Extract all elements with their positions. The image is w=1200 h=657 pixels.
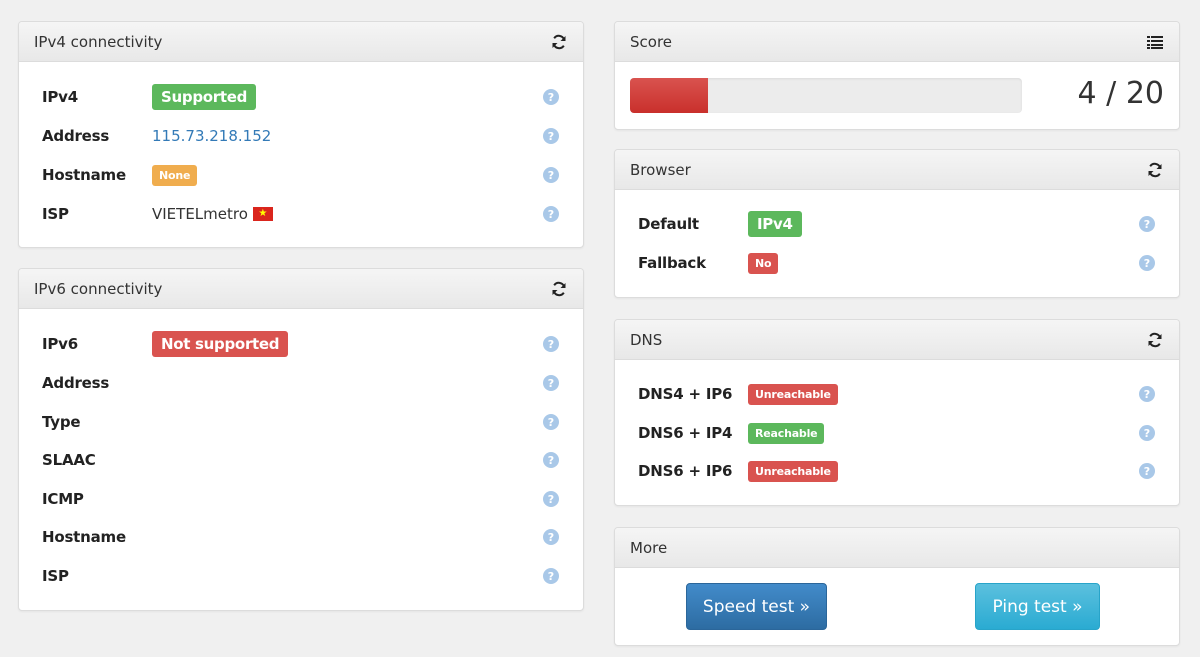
help-icon[interactable]: ?: [543, 491, 559, 507]
row-label: Address: [42, 374, 110, 392]
help-icon[interactable]: ?: [543, 414, 559, 430]
row-label: Address: [42, 127, 110, 145]
dns-panel-heading: DNS: [615, 320, 1179, 360]
dns-row: DNS4 + IP6 Unreachable ?: [615, 380, 1179, 408]
help-icon[interactable]: ?: [543, 89, 559, 105]
row-label: Default: [638, 215, 699, 233]
unreachable-badge: Unreachable: [748, 460, 838, 482]
supported-badge: Supported: [152, 84, 257, 110]
more-panel-heading: More: [615, 528, 1179, 568]
ping-test-button[interactable]: Ping test »: [975, 583, 1100, 630]
browser-panel-heading: Browser: [615, 150, 1179, 190]
refresh-icon[interactable]: [1146, 331, 1164, 349]
browser-row-fallback: Fallback No ?: [615, 249, 1179, 277]
unreachable-badge: Unreachable: [748, 383, 838, 405]
ipv4-panel-heading: IPv4 connectivity: [19, 22, 583, 62]
row-label: Hostname: [42, 528, 126, 546]
score-progress: [630, 78, 1022, 113]
refresh-icon[interactable]: [550, 33, 568, 51]
browser-panel: Browser Default IPv4 ? Fallback No ?: [614, 149, 1180, 298]
dns-panel-title: DNS: [630, 330, 663, 349]
ipv4-row-address: Address 115.73.218.152 ?: [19, 122, 583, 150]
ipv6-row-address: Address ?: [19, 369, 583, 397]
help-icon[interactable]: ?: [543, 128, 559, 144]
more-panel-title: More: [630, 538, 668, 557]
row-value: None: [152, 164, 198, 186]
refresh-icon[interactable]: [550, 280, 568, 298]
row-label: IPv4: [42, 88, 78, 106]
ipv6-panel: IPv6 connectivity IPv6 Not supported ? A…: [18, 268, 584, 611]
row-label: ICMP: [42, 490, 84, 508]
ipv6-row-status: IPv6 Not supported ?: [19, 330, 583, 358]
row-label: Hostname: [42, 166, 126, 184]
ipv6-row-isp: ISP ?: [19, 562, 583, 590]
ipv4-row-status: IPv4 Supported ?: [19, 83, 583, 111]
row-label: Fallback: [638, 254, 706, 272]
ipv4-panel: IPv4 connectivity IPv4 Supported ? Addre…: [18, 21, 584, 248]
ipv4-panel-title: IPv4 connectivity: [34, 32, 163, 51]
help-icon[interactable]: ?: [543, 568, 559, 584]
ipv6-panel-title: IPv6 connectivity: [34, 279, 163, 298]
browser-panel-title: Browser: [630, 160, 691, 179]
help-icon[interactable]: ?: [543, 336, 559, 352]
help-icon[interactable]: ?: [1139, 216, 1155, 232]
ipv6-row-icmp: ICMP ?: [19, 485, 583, 513]
ipv6-row-hostname: Hostname ?: [19, 523, 583, 551]
row-label: IPv6: [42, 335, 78, 353]
row-value: Unreachable: [748, 383, 838, 405]
row-value: Not supported: [152, 331, 289, 357]
ipv6-panel-heading: IPv6 connectivity: [19, 269, 583, 309]
row-value: 115.73.218.152: [152, 127, 271, 145]
isp-name: VIETELmetro: [152, 205, 248, 223]
row-label: ISP: [42, 567, 69, 585]
row-value: IPv4: [748, 211, 802, 237]
speed-test-button[interactable]: Speed test »: [686, 583, 827, 630]
vietnam-flag-icon: ★: [252, 207, 273, 221]
more-panel: More Speed test » Ping test »: [614, 527, 1180, 646]
score-panel-heading: Score: [615, 22, 1179, 62]
dns-row: DNS6 + IP6 Unreachable ?: [615, 457, 1179, 485]
ipv4-address-link[interactable]: 115.73.218.152: [152, 127, 271, 145]
help-icon[interactable]: ?: [1139, 463, 1155, 479]
ipv6-row-type: Type ?: [19, 408, 583, 436]
hostname-none-badge: None: [152, 164, 198, 186]
score-progress-bar: [630, 78, 709, 113]
dns-panel: DNS DNS4 + IP6 Unreachable ? DNS6 + IP4 …: [614, 319, 1180, 506]
help-icon[interactable]: ?: [1139, 386, 1155, 402]
help-icon[interactable]: ?: [543, 452, 559, 468]
row-label: DNS6 + IP6: [638, 462, 733, 480]
dns-row: DNS6 + IP4 Reachable ?: [615, 419, 1179, 447]
help-icon[interactable]: ?: [1139, 425, 1155, 441]
help-icon[interactable]: ?: [543, 206, 559, 222]
list-icon[interactable]: [1146, 33, 1164, 51]
help-icon[interactable]: ?: [543, 167, 559, 183]
row-value: VIETELmetro ★: [152, 205, 273, 223]
row-label: ISP: [42, 205, 69, 223]
score-text: 4 / 20: [1077, 76, 1164, 111]
ipv4-row-hostname: Hostname None ?: [19, 161, 583, 189]
row-value: Unreachable: [748, 460, 838, 482]
row-label: DNS4 + IP6: [638, 385, 733, 403]
row-label: SLAAC: [42, 451, 96, 469]
fallback-no-badge: No: [748, 252, 779, 274]
score-panel: Score 4 / 20: [614, 21, 1180, 130]
row-value: Reachable: [748, 422, 825, 444]
refresh-icon[interactable]: [1146, 161, 1164, 179]
browser-row-default: Default IPv4 ?: [615, 210, 1179, 238]
row-value: No: [748, 252, 779, 274]
row-label: Type: [42, 413, 81, 431]
row-label: DNS6 + IP4: [638, 424, 733, 442]
ipv6-row-slaac: SLAAC ?: [19, 446, 583, 474]
not-supported-badge: Not supported: [152, 331, 289, 357]
default-ipv4-badge: IPv4: [748, 211, 802, 237]
help-icon[interactable]: ?: [1139, 255, 1155, 271]
score-panel-title: Score: [630, 32, 673, 51]
help-icon[interactable]: ?: [543, 375, 559, 391]
reachable-badge: Reachable: [748, 422, 825, 444]
row-value: Supported: [152, 84, 257, 110]
help-icon[interactable]: ?: [543, 529, 559, 545]
ipv4-row-isp: ISP VIETELmetro ★ ?: [19, 200, 583, 228]
